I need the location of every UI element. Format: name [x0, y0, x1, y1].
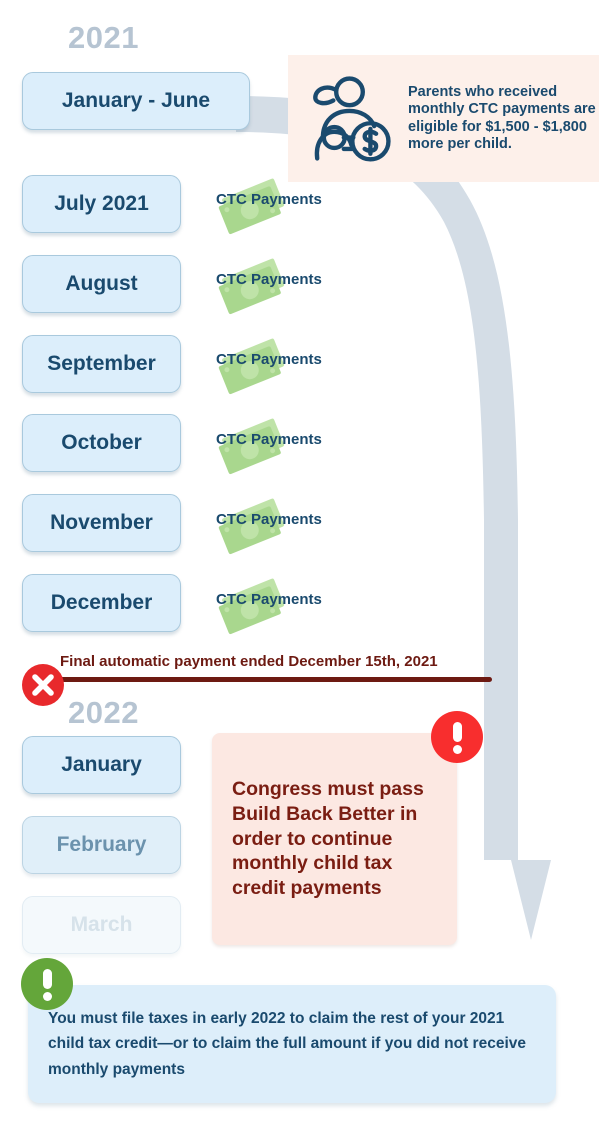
payment-row-december: CTC Payments: [216, 572, 416, 642]
payment-label: CTC Payments: [216, 431, 322, 448]
payment-label: CTC Payments: [216, 511, 322, 528]
callout-file-taxes: You must file taxes in early 2022 to cla…: [28, 985, 556, 1103]
payment-row-november: CTC Payments: [216, 492, 416, 562]
month-label: January: [61, 753, 142, 776]
month-label: December: [50, 591, 153, 614]
payment-label: CTC Payments: [216, 191, 322, 208]
payment-label: CTC Payments: [216, 591, 322, 608]
final-payment-rule: [55, 677, 492, 682]
year-label-2022: 2022: [68, 695, 139, 730]
callout-file-taxes-text: You must file taxes in early 2022 to cla…: [48, 1010, 526, 1078]
ctc-timeline-infographic: 2021 January - June July 2021 August Sep…: [0, 0, 599, 1140]
month-label: February: [56, 833, 147, 856]
callout-eligibility: Parents who received monthly CTC payment…: [288, 55, 599, 182]
payment-row-october: CTC Payments: [216, 412, 416, 482]
month-label: January - June: [61, 89, 211, 112]
month-label: October: [61, 431, 142, 454]
month-pill-september[interactable]: September: [22, 335, 181, 393]
payment-row-september: CTC Payments: [216, 332, 416, 402]
callout-congress: Congress must pass Build Back Better in …: [212, 733, 457, 945]
month-pill-july-2021[interactable]: July 2021: [22, 175, 181, 233]
exclamation-stem: [452, 722, 462, 742]
month-pill-january[interactable]: January: [22, 736, 181, 794]
final-payment-text: Final automatic payment ended December 1…: [60, 653, 438, 670]
month-pill-october[interactable]: October: [22, 414, 181, 472]
exclamation-stem: [42, 969, 52, 989]
green-alert-icon: [21, 958, 73, 1010]
month-pill-december[interactable]: December: [22, 574, 181, 632]
red-x-icon: [22, 664, 64, 706]
month-pill-january-june[interactable]: January - June: [22, 72, 250, 130]
month-pill-november[interactable]: November: [22, 494, 181, 552]
month-label: March: [70, 913, 133, 936]
payment-row-july: CTC Payments: [216, 172, 416, 242]
exclamation-dot: [452, 745, 462, 754]
parent-child-dollar-icon: [313, 76, 391, 162]
month-pill-august[interactable]: August: [22, 255, 181, 313]
callout-congress-text: Congress must pass Build Back Better in …: [232, 777, 424, 900]
payment-row-august: CTC Payments: [216, 252, 416, 322]
payment-label: CTC Payments: [216, 271, 322, 288]
red-alert-icon: [431, 711, 483, 763]
month-pill-march[interactable]: March: [22, 896, 181, 954]
month-label: August: [65, 272, 138, 295]
month-label: July 2021: [54, 192, 149, 215]
month-pill-february[interactable]: February: [22, 816, 181, 874]
payment-label: CTC Payments: [216, 351, 322, 368]
month-label: November: [50, 511, 153, 534]
callout-eligibility-text: Parents who received monthly CTC payment…: [408, 84, 596, 152]
month-label: September: [47, 352, 156, 375]
exclamation-dot: [42, 992, 52, 1001]
year-label-2021: 2021: [68, 20, 139, 55]
